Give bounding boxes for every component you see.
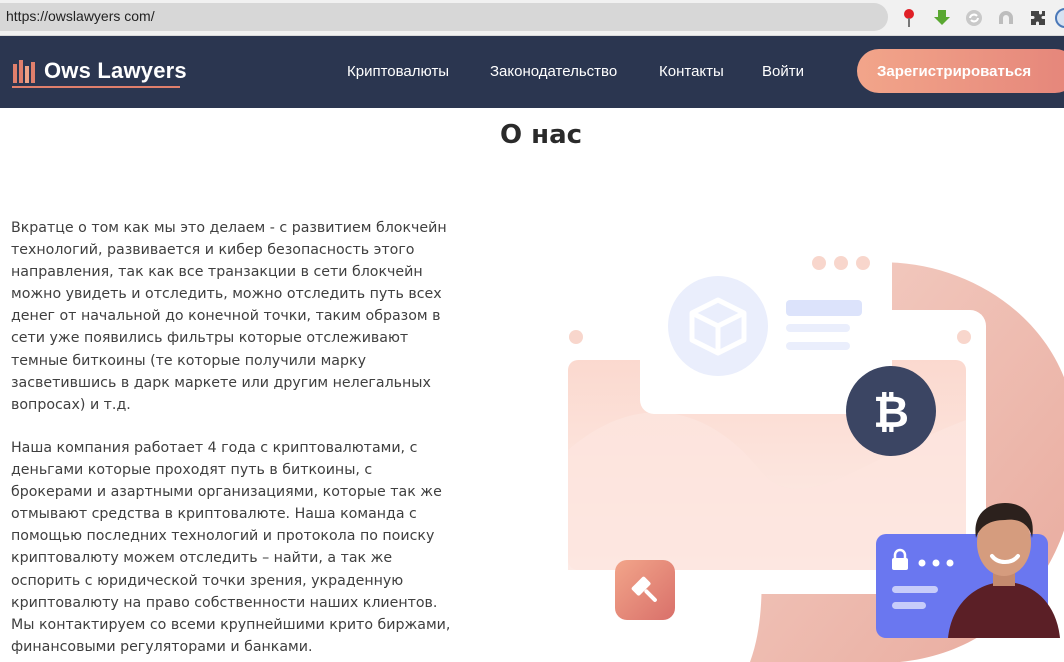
arch-extension-icon[interactable] <box>995 7 1017 29</box>
pin-extension-icon[interactable] <box>898 7 920 29</box>
browser-toolbar: https://owslawyers com/ <box>0 0 1064 36</box>
window-dot-right <box>957 330 971 344</box>
register-button[interactable]: Зарегистрироваться <box>857 49 1064 93</box>
password-dot-3 <box>946 559 954 567</box>
window-dot-left <box>569 330 583 344</box>
page-title: О нас <box>499 120 583 150</box>
site-logo[interactable]: Ows Lawyers <box>12 58 187 88</box>
bitcoin-icon: ₿ <box>873 387 909 438</box>
books-logo-icon <box>13 60 35 83</box>
address-bar[interactable]: https://owslawyers com/ <box>0 3 888 31</box>
about-paragraph-2: Наша компания работает 4 года с криптова… <box>11 440 451 655</box>
url-text[interactable]: https://owslawyers com/ <box>6 8 155 24</box>
logo-underline <box>12 86 180 88</box>
password-line-1 <box>892 586 938 593</box>
logo-text: Ows Lawyers <box>44 58 187 83</box>
password-dot-2 <box>932 559 940 567</box>
nav-law-link[interactable]: Законодательство <box>490 63 617 80</box>
profile-avatar-icon[interactable] <box>1054 7 1064 29</box>
nav-contacts-link[interactable]: Контакты <box>659 63 724 80</box>
card-line-1 <box>786 300 862 316</box>
puzzle-extensions-icon[interactable] <box>1027 7 1049 29</box>
crypto-illustration: ₿ <box>546 234 1064 662</box>
card-dot-3 <box>856 256 870 270</box>
password-dot-1 <box>918 559 926 567</box>
nav-crypto-link[interactable]: Криптовалюты <box>347 63 449 80</box>
card-line-2 <box>786 324 850 332</box>
card-dot-2 <box>834 256 848 270</box>
card-dot-1 <box>812 256 826 270</box>
password-line-2 <box>892 602 926 609</box>
download-extension-icon[interactable] <box>931 7 953 29</box>
about-paragraph-1: Вкратце о том как мы это делаем - с разв… <box>11 220 447 413</box>
card-line-3 <box>786 342 850 350</box>
nav-login-link[interactable]: Войти <box>762 63 804 80</box>
sync-extension-icon[interactable] <box>963 7 985 29</box>
